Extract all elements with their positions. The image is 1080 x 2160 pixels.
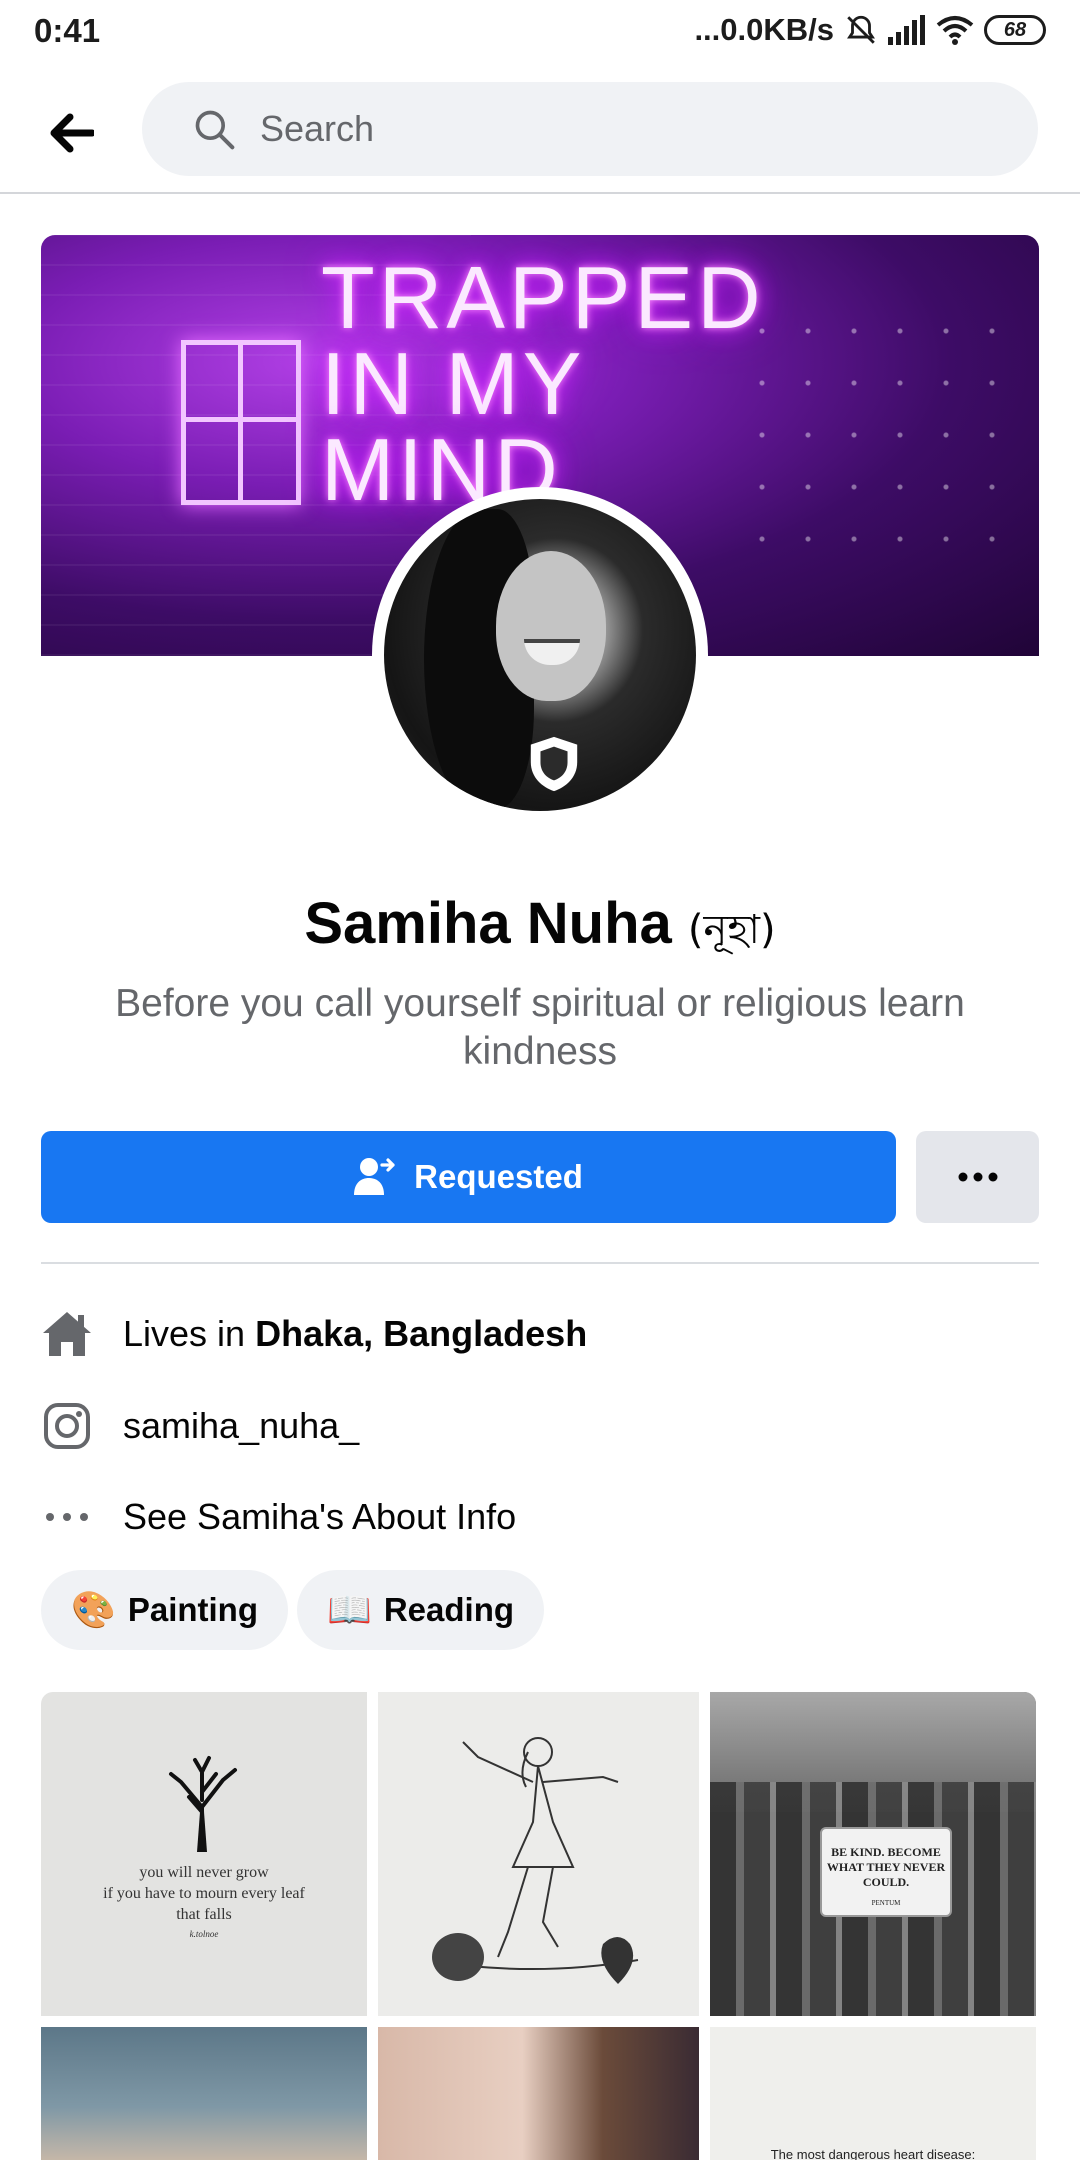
more-dots-icon	[958, 1172, 997, 1182]
cover-neon-window	[181, 340, 301, 505]
mute-icon	[844, 13, 878, 47]
profile-bio: Before you call yourself spiritual or re…	[115, 982, 965, 1073]
quote-author: k.tolnoe	[189, 1929, 219, 1939]
fence-sign: BE KIND. BECOME WHAT THEY NEVER COULD. P…	[820, 1827, 952, 1917]
cover-neon-text: TRAPPED IN MY MIND	[321, 248, 765, 519]
profile-guard-shield-icon	[530, 736, 578, 792]
network-speed: ...0.0KB/s	[694, 12, 834, 47]
hobby-chip-painting[interactable]: 🎨 Painting	[41, 1570, 288, 1650]
profile-avatar[interactable]	[372, 487, 708, 823]
photo-tile[interactable]: BE KIND. BECOME WHAT THEY NEVER COULD. P…	[710, 1692, 1036, 2016]
photo-tile[interactable]: The most dangerous heart disease:	[710, 2027, 1036, 2160]
search-placeholder: Search	[260, 108, 375, 149]
photo-caption-text: The most dangerous heart disease:	[770, 2147, 976, 2160]
status-bar: 0:41 ...0.0KB/s 68	[0, 0, 1080, 62]
wifi-icon	[936, 15, 974, 45]
lives-in-place: Dhaka, Bangladesh	[255, 1313, 588, 1354]
profile-alt-name: (নূহা)	[687, 907, 776, 953]
hobby-label: Reading	[383, 1591, 515, 1628]
instagram-row[interactable]: samiha_nuha_	[41, 1391, 1039, 1461]
lives-in-text: Lives in Dhaka, Bangladesh	[123, 1313, 588, 1354]
photo-tile[interactable]: you will never grow if you have to mourn…	[41, 1692, 367, 2016]
photo-tile[interactable]	[378, 2027, 699, 2160]
hobby-label: Painting	[127, 1591, 258, 1628]
instagram-icon	[41, 1400, 93, 1452]
avatar-face	[496, 551, 606, 701]
battery-icon: 68	[984, 15, 1046, 45]
more-options-button[interactable]	[916, 1131, 1039, 1223]
open-book-icon: 📖	[327, 1590, 372, 1631]
quote-text: you will never grow if you have to mourn…	[103, 1864, 305, 1923]
friend-request-sent-icon	[354, 1158, 395, 1195]
search-input[interactable]: Search	[142, 82, 1038, 176]
instagram-handle: samiha_nuha_	[123, 1405, 360, 1446]
avatar-photo	[384, 499, 696, 811]
back-arrow-icon	[50, 113, 94, 153]
cover-city-lights	[739, 305, 999, 565]
profile-name-text: Samiha Nuha	[304, 891, 672, 956]
home-icon	[41, 1308, 93, 1360]
signal-icon	[888, 15, 926, 45]
back-button[interactable]	[36, 98, 106, 168]
photo-tile[interactable]	[41, 2027, 367, 2160]
palette-icon: 🎨	[71, 1590, 116, 1631]
lives-in-row: Lives in Dhaka, Bangladesh	[41, 1299, 1039, 1369]
top-bar: Search	[0, 62, 1080, 194]
status-icons: ...0.0KB/s 68	[694, 12, 1046, 48]
about-info-link: See Samiha's About Info	[123, 1496, 517, 1537]
photo-tile[interactable]	[378, 1692, 699, 2016]
status-time: 0:41	[34, 12, 101, 49]
profile-name: Samiha Nuha (নূহা)	[0, 890, 1080, 965]
more-dots-icon	[41, 1491, 93, 1543]
section-divider	[41, 1262, 1039, 1264]
requested-label: Requested	[414, 1158, 583, 1195]
hobby-chip-reading[interactable]: 📖 Reading	[297, 1570, 545, 1650]
requested-button[interactable]: Requested	[41, 1131, 896, 1223]
search-icon	[195, 110, 235, 150]
about-info-row[interactable]: See Samiha's About Info	[41, 1482, 1039, 1552]
balancing-girl-sketch	[432, 1737, 639, 1984]
tree-illustration	[169, 1756, 237, 1852]
